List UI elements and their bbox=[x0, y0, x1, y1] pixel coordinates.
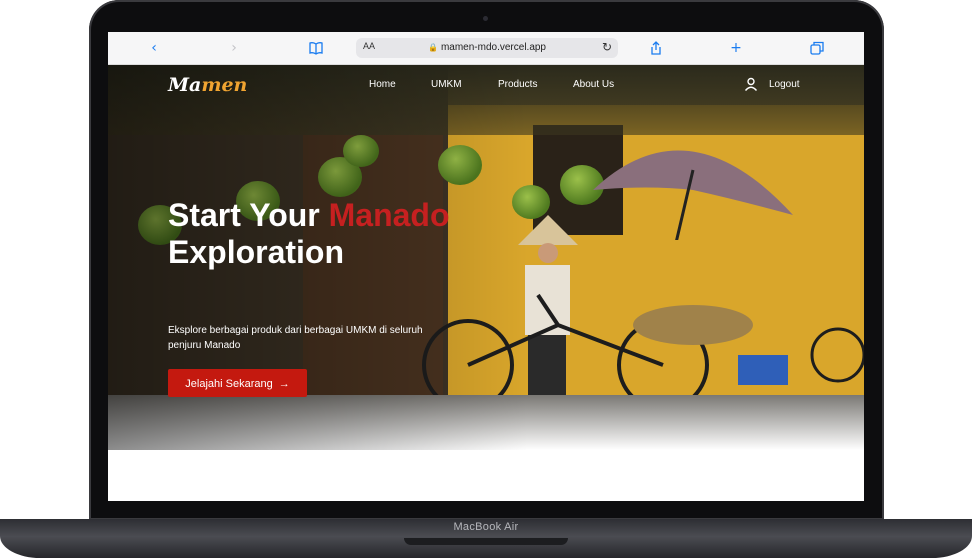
bookmarks-icon[interactable] bbox=[308, 40, 324, 56]
tabs-icon[interactable] bbox=[809, 40, 825, 56]
nav-link-about-us[interactable]: About Us bbox=[573, 79, 614, 90]
hero-title: Start Your Manado Exploration bbox=[168, 197, 450, 270]
share-icon[interactable] bbox=[648, 40, 664, 56]
browser-toolbar: ‹ › AA 🔒 mamen-mdo.vercel.app ↻ + bbox=[108, 32, 864, 65]
laptop-notch bbox=[404, 538, 568, 545]
reload-icon[interactable]: ↻ bbox=[602, 40, 612, 54]
lock-icon: 🔒 bbox=[427, 43, 438, 52]
address-bar[interactable]: AA 🔒 mamen-mdo.vercel.app ↻ bbox=[356, 38, 618, 58]
arrow-right-icon: → bbox=[278, 378, 290, 390]
hero-description: Eksplore berbagai produk dari berbagai U… bbox=[168, 325, 423, 351]
nav-link-home[interactable]: Home bbox=[369, 79, 396, 90]
nav-link-products[interactable]: Products bbox=[498, 79, 537, 90]
device-label: MacBook Air bbox=[453, 521, 519, 533]
logout-link[interactable]: Logout bbox=[769, 79, 800, 90]
umbrella-image bbox=[593, 150, 793, 240]
back-icon[interactable]: ‹ bbox=[146, 40, 162, 56]
site-navbar: Mamen Home UMKM Products About Us Logout bbox=[108, 65, 864, 110]
hero-section: Mamen Home UMKM Products About Us Logout… bbox=[108, 65, 864, 450]
new-tab-icon[interactable]: + bbox=[728, 40, 744, 56]
forward-icon[interactable]: › bbox=[226, 40, 242, 56]
nav-link-umkm[interactable]: UMKM bbox=[431, 79, 462, 90]
laptop-screen: ‹ › AA 🔒 mamen-mdo.vercel.app ↻ + Mamen … bbox=[108, 32, 864, 501]
hero-title-highlight: Manado bbox=[328, 197, 450, 233]
url-text: mamen-mdo.vercel.app bbox=[440, 42, 546, 53]
explore-now-button[interactable]: Jelajahi Sekarang → bbox=[168, 369, 307, 397]
site-logo[interactable]: Mamen bbox=[168, 74, 247, 96]
camera bbox=[483, 16, 488, 21]
user-icon[interactable] bbox=[744, 77, 758, 91]
